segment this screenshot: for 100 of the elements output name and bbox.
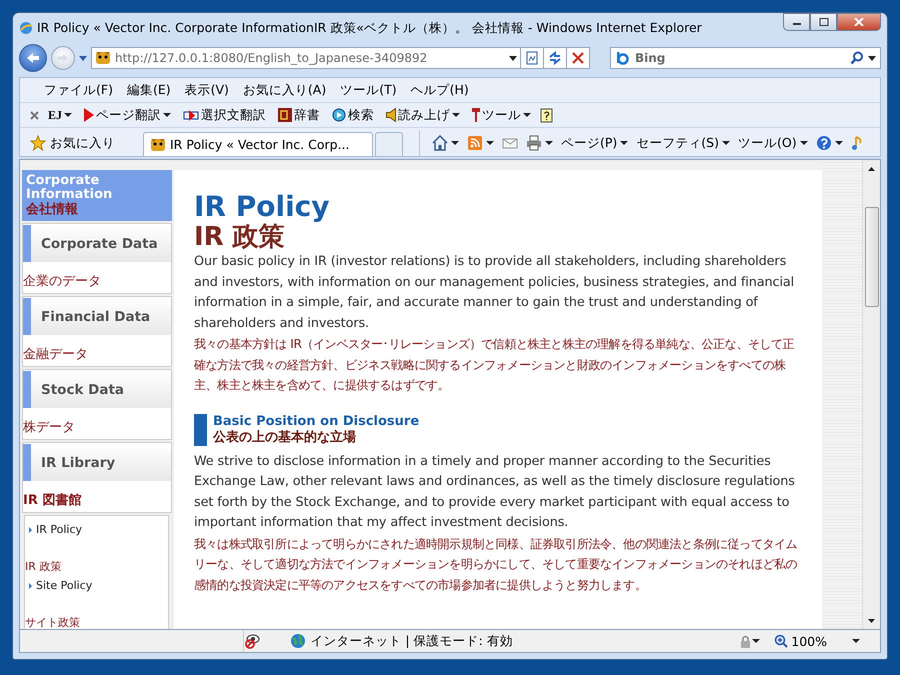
maximize-icon [818,18,828,26]
caret-icon [620,141,628,145]
house-icon [432,135,448,151]
caret-icon [451,141,459,145]
intro-paragraph: Our basic policy in IR (investor relations) is to provide all stakeholders, including shareholders and investors, with information on our management policies, business strategies, and financial information in a simple, fair, and accurate manner to gain the trust and understanding of shareholders and investors. [194,253,796,332]
security-zone-text: インターネット | 保護モード: 有効 [310,632,513,650]
page-title: IR Policy [194,192,331,222]
scroll-thumb[interactable] [864,207,878,307]
address-field[interactable]: http://127.0.0.1:8080/English_to_Japanese-3409892 [91,47,521,69]
sidebar-header-subtitle: 会社情報 [26,202,79,217]
sidebar-link[interactable]: IR Library [23,444,171,481]
sidebar-link[interactable]: Financial Data [23,298,171,335]
toolbar-button[interactable]: 辞書 [275,106,324,124]
speaker-icon [386,108,396,122]
close-icon[interactable] [30,110,39,120]
print-button[interactable] [526,135,553,151]
sidebar-link[interactable]: Stock Data [23,371,171,408]
sidebar-header-title: Corporate Information [26,174,114,202]
sublink[interactable]: Site Policy [25,576,168,595]
dropdown-arrow-icon[interactable] [509,56,517,60]
sidebar-caption: IR 図書館 [23,492,82,510]
refresh-icon [548,51,562,65]
sidebar-link[interactable]: Corporate Data [23,225,171,262]
caret-icon [834,141,843,145]
minimize-button[interactable] [783,13,810,31]
printer-icon [526,135,542,151]
sublink-caption: サイト政策 [25,615,81,629]
page-title-translation: IR 政策 [194,222,286,252]
home-button[interactable] [432,135,459,151]
caret-icon [64,113,72,117]
heading-marker [194,414,207,446]
search-box[interactable]: Bing [610,47,881,69]
favorites-button[interactable]: お気に入り [24,130,121,156]
close-button[interactable] [837,13,881,31]
search-engine-icon [615,51,631,65]
menu-item[interactable]: 表示(V) [178,80,235,100]
caret-icon [452,113,460,117]
sidebar-caption: 株データ [23,419,76,437]
caret-icon [722,141,730,145]
caret-icon [752,639,760,643]
box-arrow-icon [183,108,200,122]
bullet-icon [29,526,32,532]
sublink-text[interactable]: Site Policy [36,579,92,592]
section-translation: 我々は株式取引所によって明らかにされた適時開示規制と同様、証券取引所法令、他の関連法と条例に従ってタイムリーな、そして適切な方法でインフォメーションを明らかにして、そして重要なインフォメーションのそれほど私の感情的な投資決定に平等のアクセスをすべての市場参加者に提供しようと努力します。 [194,536,798,594]
back-button[interactable] [19,44,47,72]
section-paragraph: We strive to disclose information in a timely and proper manner according to the Securities Exchange Law, other relevant laws and ordinances, as well as the timely disclosure regulations set forth by the Stock Exchange, and to provide every market participant with equal access to important information that my affect investment decisions. [194,452,796,532]
menu-item[interactable]: お気に入り(A) [236,80,332,100]
maximize-button[interactable] [810,13,837,31]
magnifier-icon [332,108,346,122]
blocked-eye-icon [244,633,260,649]
section-heading: Basic Position on Disclosure [213,414,420,430]
command-menu[interactable]: ページ(P) [561,134,628,152]
globe-icon [19,21,33,35]
page-icon [526,51,538,65]
window-title: IR Policy « Vector Inc. Corporate InformationIR 政策«ベクトル（株）。 会社情報 - Windows Internet Explorer [37,20,703,36]
globe-icon [290,633,306,649]
toolbar-button[interactable]: 検索 [329,106,378,124]
caret-icon [486,141,494,145]
sublink-caption: IR 政策 [25,559,62,575]
browser-tab[interactable]: IR Policy « Vector Inc. Corp... [143,132,373,156]
search-icon[interactable] [850,51,864,65]
help-button[interactable] [816,135,843,151]
toolbar-button[interactable]: 選択文翻訳 [180,106,270,124]
menu-item[interactable]: 編集(E) [120,80,177,100]
menu-item[interactable]: ファイル(F) [38,80,119,100]
sidebar-caption: 企業のデータ [23,273,102,291]
menu-item[interactable]: ヘルプ(H) [404,80,475,100]
command-menu[interactable]: ツール(O) [738,134,808,152]
cat-icon [95,50,111,66]
compatibility-button[interactable] [520,47,544,69]
scrollbar[interactable] [862,160,880,629]
caret-icon [800,141,808,145]
dropdown-arrow-icon[interactable] [868,56,876,60]
toolbar-button[interactable]: 読み上げ [383,106,464,124]
menu-item[interactable]: ツール(T) [334,80,403,100]
toolbar-button[interactable]: ページ翻訳 [81,106,174,124]
up-arrow-icon[interactable] [868,166,875,170]
close-icon [854,18,864,26]
translator-menu[interactable]: EJ [45,108,76,122]
command-menu[interactable]: セーフティ(S) [636,134,730,152]
star-icon [30,135,46,151]
zoom-button[interactable]: 100% [774,634,860,648]
toolbar-button[interactable]: ツール [469,106,534,124]
bullet-icon [29,582,32,588]
zoom-icon [774,634,788,648]
refresh-button[interactable] [543,47,567,69]
caret-icon [545,141,553,145]
down-arrow-icon[interactable] [868,618,875,622]
feed-button[interactable] [467,135,494,151]
back-arrow-icon [26,52,40,64]
stop-button[interactable] [566,47,590,69]
help-note-icon[interactable] [540,107,554,123]
play-icon [84,108,94,122]
feed-icon [467,135,483,151]
sublink-text[interactable]: IR Policy [36,523,82,536]
caret-icon [523,113,532,117]
caret-icon [163,113,172,117]
section-heading-translation: 公表の上の基本的な立場 [213,430,357,446]
sublink[interactable]: IR Policy [25,520,168,539]
cat-icon [150,136,166,152]
